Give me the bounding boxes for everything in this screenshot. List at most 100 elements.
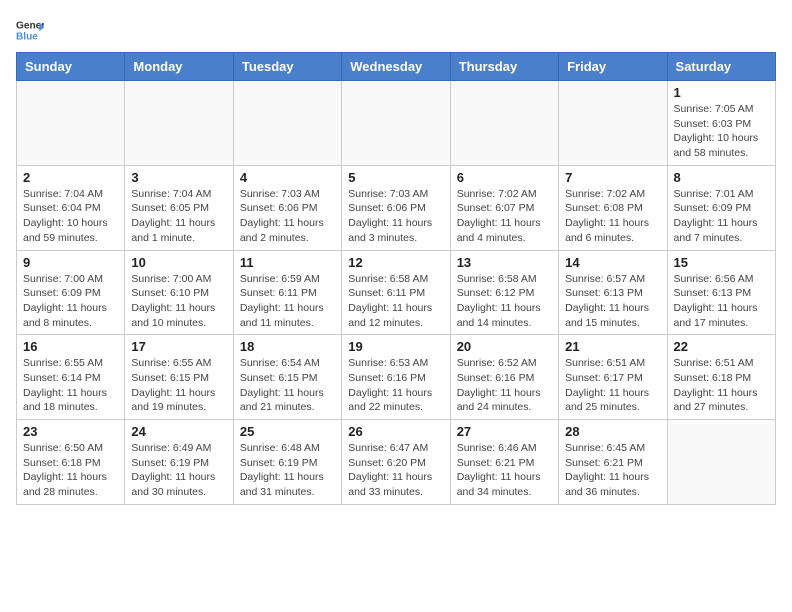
calendar-cell: 11 Sunrise: 6:59 AM Sunset: 6:11 PM Dayli… xyxy=(233,250,341,335)
calendar-cell: 25 Sunrise: 6:48 AM Sunset: 6:19 PM Dayli… xyxy=(233,420,341,505)
calendar-cell: 23 Sunrise: 6:50 AM Sunset: 6:18 PM Dayli… xyxy=(17,420,125,505)
weekday-header-saturday: Saturday xyxy=(667,53,775,81)
day-info: Sunrise: 7:01 AM Sunset: 6:09 PM Dayligh… xyxy=(674,187,769,246)
calendar-cell: 22 Sunrise: 6:51 AM Sunset: 6:18 PM Dayli… xyxy=(667,335,775,420)
calendar-week-row: 16 Sunrise: 6:55 AM Sunset: 6:14 PM Dayli… xyxy=(17,335,776,420)
day-info: Sunrise: 6:49 AM Sunset: 6:19 PM Dayligh… xyxy=(131,441,226,500)
calendar-cell: 13 Sunrise: 6:58 AM Sunset: 6:12 PM Dayli… xyxy=(450,250,558,335)
day-number: 4 xyxy=(240,170,335,185)
day-number: 12 xyxy=(348,255,443,270)
day-info: Sunrise: 6:47 AM Sunset: 6:20 PM Dayligh… xyxy=(348,441,443,500)
calendar-cell: 28 Sunrise: 6:45 AM Sunset: 6:21 PM Dayli… xyxy=(559,420,667,505)
day-number: 23 xyxy=(23,424,118,439)
day-info: Sunrise: 6:51 AM Sunset: 6:17 PM Dayligh… xyxy=(565,356,660,415)
day-number: 26 xyxy=(348,424,443,439)
calendar-cell: 4 Sunrise: 7:03 AM Sunset: 6:06 PM Daylig… xyxy=(233,165,341,250)
day-number: 1 xyxy=(674,85,769,100)
day-number: 11 xyxy=(240,255,335,270)
calendar-cell xyxy=(17,81,125,166)
calendar-cell: 15 Sunrise: 6:56 AM Sunset: 6:13 PM Dayli… xyxy=(667,250,775,335)
day-number: 15 xyxy=(674,255,769,270)
day-number: 5 xyxy=(348,170,443,185)
day-info: Sunrise: 6:55 AM Sunset: 6:15 PM Dayligh… xyxy=(131,356,226,415)
day-info: Sunrise: 7:00 AM Sunset: 6:10 PM Dayligh… xyxy=(131,272,226,331)
day-number: 16 xyxy=(23,339,118,354)
calendar-cell: 3 Sunrise: 7:04 AM Sunset: 6:05 PM Daylig… xyxy=(125,165,233,250)
day-info: Sunrise: 7:04 AM Sunset: 6:05 PM Dayligh… xyxy=(131,187,226,246)
weekday-header-row: SundayMondayTuesdayWednesdayThursdayFrid… xyxy=(17,53,776,81)
day-number: 20 xyxy=(457,339,552,354)
weekday-header-tuesday: Tuesday xyxy=(233,53,341,81)
calendar-cell: 16 Sunrise: 6:55 AM Sunset: 6:14 PM Dayli… xyxy=(17,335,125,420)
calendar-cell: 1 Sunrise: 7:05 AM Sunset: 6:03 PM Daylig… xyxy=(667,81,775,166)
calendar-cell: 24 Sunrise: 6:49 AM Sunset: 6:19 PM Dayli… xyxy=(125,420,233,505)
day-info: Sunrise: 6:45 AM Sunset: 6:21 PM Dayligh… xyxy=(565,441,660,500)
calendar-cell: 18Sunrise: 6:54 AM Sunset: 6:15 PM Dayli… xyxy=(233,335,341,420)
day-number: 27 xyxy=(457,424,552,439)
day-info: Sunrise: 6:53 AM Sunset: 6:16 PM Dayligh… xyxy=(348,356,443,415)
day-number: 19 xyxy=(348,339,443,354)
svg-text:Blue: Blue xyxy=(16,31,38,42)
calendar-cell: 21 Sunrise: 6:51 AM Sunset: 6:17 PM Dayli… xyxy=(559,335,667,420)
calendar-cell xyxy=(342,81,450,166)
calendar-cell: 26 Sunrise: 6:47 AM Sunset: 6:20 PM Dayli… xyxy=(342,420,450,505)
calendar-cell xyxy=(125,81,233,166)
day-number: 22 xyxy=(674,339,769,354)
day-info: Sunrise: 7:02 AM Sunset: 6:07 PM Dayligh… xyxy=(457,187,552,246)
calendar-cell: 2Sunrise: 7:04 AM Sunset: 6:04 PM Daylig… xyxy=(17,165,125,250)
day-number: 2 xyxy=(23,170,118,185)
calendar-cell: 8 Sunrise: 7:01 AM Sunset: 6:09 PM Daylig… xyxy=(667,165,775,250)
calendar-cell: 19 Sunrise: 6:53 AM Sunset: 6:16 PM Dayli… xyxy=(342,335,450,420)
day-info: Sunrise: 6:59 AM Sunset: 6:11 PM Dayligh… xyxy=(240,272,335,331)
day-info: Sunrise: 7:03 AM Sunset: 6:06 PM Dayligh… xyxy=(240,187,335,246)
day-info: Sunrise: 6:58 AM Sunset: 6:11 PM Dayligh… xyxy=(348,272,443,331)
calendar-cell: 14 Sunrise: 6:57 AM Sunset: 6:13 PM Dayli… xyxy=(559,250,667,335)
calendar-cell xyxy=(450,81,558,166)
day-number: 7 xyxy=(565,170,660,185)
day-info: Sunrise: 7:05 AM Sunset: 6:03 PM Dayligh… xyxy=(674,102,769,161)
day-number: 18 xyxy=(240,339,335,354)
day-info: Sunrise: 6:58 AM Sunset: 6:12 PM Dayligh… xyxy=(457,272,552,331)
day-info: Sunrise: 7:03 AM Sunset: 6:06 PM Dayligh… xyxy=(348,187,443,246)
day-number: 3 xyxy=(131,170,226,185)
calendar-cell: 27Sunrise: 6:46 AM Sunset: 6:21 PM Dayli… xyxy=(450,420,558,505)
day-info: Sunrise: 6:51 AM Sunset: 6:18 PM Dayligh… xyxy=(674,356,769,415)
day-number: 14 xyxy=(565,255,660,270)
day-number: 9 xyxy=(23,255,118,270)
weekday-header-friday: Friday xyxy=(559,53,667,81)
day-info: Sunrise: 7:02 AM Sunset: 6:08 PM Dayligh… xyxy=(565,187,660,246)
calendar-week-row: 9Sunrise: 7:00 AM Sunset: 6:09 PM Daylig… xyxy=(17,250,776,335)
logo-icon: General Blue xyxy=(16,16,44,44)
calendar-cell: 5 Sunrise: 7:03 AM Sunset: 6:06 PM Daylig… xyxy=(342,165,450,250)
calendar-cell: 7 Sunrise: 7:02 AM Sunset: 6:08 PM Daylig… xyxy=(559,165,667,250)
header-area: General Blue xyxy=(16,16,776,44)
calendar: SundayMondayTuesdayWednesdayThursdayFrid… xyxy=(16,52,776,505)
day-number: 8 xyxy=(674,170,769,185)
logo: General Blue xyxy=(16,16,44,44)
day-number: 21 xyxy=(565,339,660,354)
day-number: 10 xyxy=(131,255,226,270)
calendar-cell: 12 Sunrise: 6:58 AM Sunset: 6:11 PM Dayli… xyxy=(342,250,450,335)
calendar-week-row: 23 Sunrise: 6:50 AM Sunset: 6:18 PM Dayli… xyxy=(17,420,776,505)
day-number: 17 xyxy=(131,339,226,354)
calendar-cell: 20Sunrise: 6:52 AM Sunset: 6:16 PM Dayli… xyxy=(450,335,558,420)
calendar-week-row: 1 Sunrise: 7:05 AM Sunset: 6:03 PM Daylig… xyxy=(17,81,776,166)
day-number: 24 xyxy=(131,424,226,439)
calendar-cell xyxy=(559,81,667,166)
weekday-header-thursday: Thursday xyxy=(450,53,558,81)
calendar-cell xyxy=(233,81,341,166)
day-info: Sunrise: 6:55 AM Sunset: 6:14 PM Dayligh… xyxy=(23,356,118,415)
day-info: Sunrise: 6:50 AM Sunset: 6:18 PM Dayligh… xyxy=(23,441,118,500)
day-number: 28 xyxy=(565,424,660,439)
day-number: 25 xyxy=(240,424,335,439)
day-number: 13 xyxy=(457,255,552,270)
calendar-cell xyxy=(667,420,775,505)
calendar-cell: 10 Sunrise: 7:00 AM Sunset: 6:10 PM Dayli… xyxy=(125,250,233,335)
day-info: Sunrise: 6:48 AM Sunset: 6:19 PM Dayligh… xyxy=(240,441,335,500)
day-info: Sunrise: 6:57 AM Sunset: 6:13 PM Dayligh… xyxy=(565,272,660,331)
weekday-header-wednesday: Wednesday xyxy=(342,53,450,81)
calendar-cell: 9Sunrise: 7:00 AM Sunset: 6:09 PM Daylig… xyxy=(17,250,125,335)
day-number: 6 xyxy=(457,170,552,185)
day-info: Sunrise: 6:56 AM Sunset: 6:13 PM Dayligh… xyxy=(674,272,769,331)
weekday-header-monday: Monday xyxy=(125,53,233,81)
